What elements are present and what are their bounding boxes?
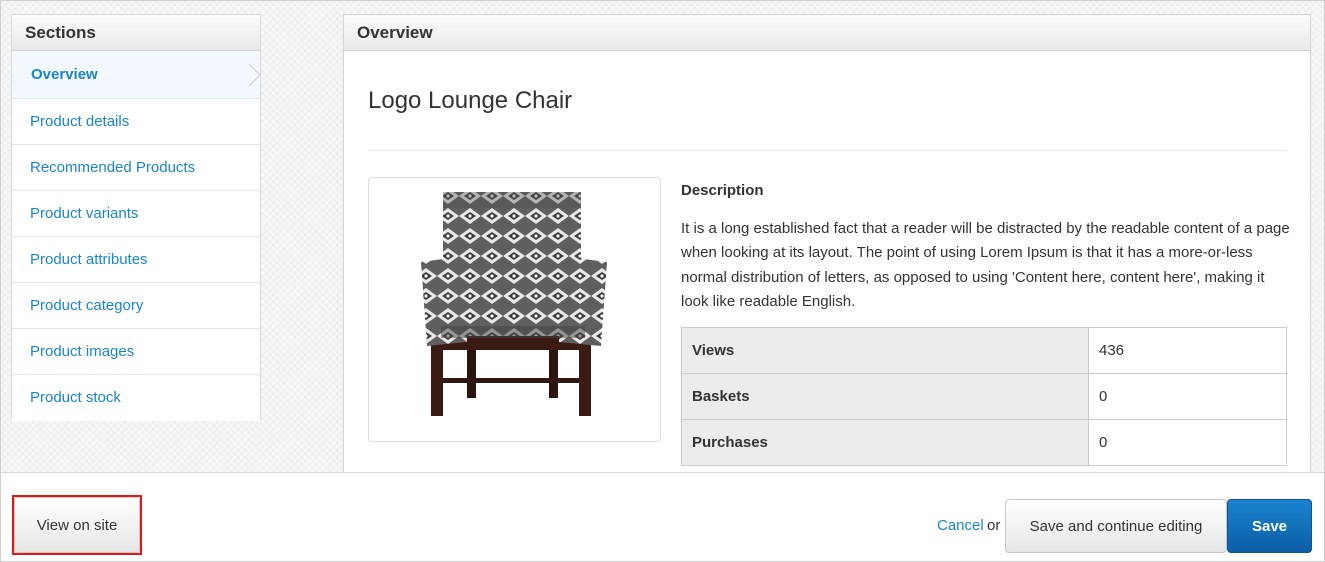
stat-value: 436 [1088,327,1287,374]
sidebar-item-label: Overview [31,66,98,83]
table-row: Purchases 0 [681,419,1287,466]
panel-title: Overview [344,15,1310,51]
sections-title: Sections [12,15,260,51]
table-row: Baskets 0 [681,373,1287,420]
dashboard-frame: Sections Overview Product details Recomm… [0,0,1325,562]
sidebar-item-label: Product attributes [30,251,148,268]
sidebar-item-product-attributes[interactable]: Product attributes [12,237,260,283]
form-actions-bar: View on site Cancel or Save and continue… [1,472,1324,561]
sidebar-item-label: Recommended Products [30,159,196,176]
divider [368,150,1286,151]
save-button[interactable]: Save [1227,499,1312,553]
save-and-continue-button[interactable]: Save and continue editing [1005,499,1227,553]
stat-label: Purchases [681,419,1089,466]
active-pointer-icon [248,63,261,87]
stat-label: Baskets [681,373,1089,420]
view-on-site-button[interactable]: View on site [14,497,140,553]
sidebar-item-label: Product stock [30,389,121,406]
sidebar-item-product-details[interactable]: Product details [12,99,260,145]
sidebar-item-label: Product details [30,113,130,130]
table-row: Views 436 [681,327,1287,374]
product-title: Logo Lounge Chair [368,87,573,114]
description-heading: Description [681,182,764,199]
overview-panel: Overview Logo Lounge Chair Description I… [343,14,1311,474]
armchair-image [421,192,607,416]
product-image[interactable] [368,177,661,442]
sidebar-item-product-images[interactable]: Product images [12,329,260,375]
description-text: It is a long established fact that a rea… [681,220,1290,310]
sections-sidebar: Sections Overview Product details Recomm… [11,14,261,421]
sidebar-item-product-variants[interactable]: Product variants [12,191,260,237]
stat-value: 0 [1088,373,1287,420]
stat-label: Views [681,327,1089,374]
or-text: or [987,517,1001,534]
sidebar-item-product-category[interactable]: Product category [12,283,260,329]
cancel-link[interactable]: Cancel [937,517,984,534]
sidebar-item-overview[interactable]: Overview [12,51,261,99]
sidebar-item-product-stock[interactable]: Product stock [12,375,260,421]
stat-value: 0 [1088,419,1287,466]
stats-table: Views 436 Baskets 0 Purchases 0 [681,327,1287,466]
sidebar-item-label: Product images [30,343,135,360]
sidebar-item-label: Product category [30,297,144,314]
sidebar-item-recommended-products[interactable]: Recommended Products [12,145,260,191]
sidebar-item-label: Product variants [30,205,139,222]
